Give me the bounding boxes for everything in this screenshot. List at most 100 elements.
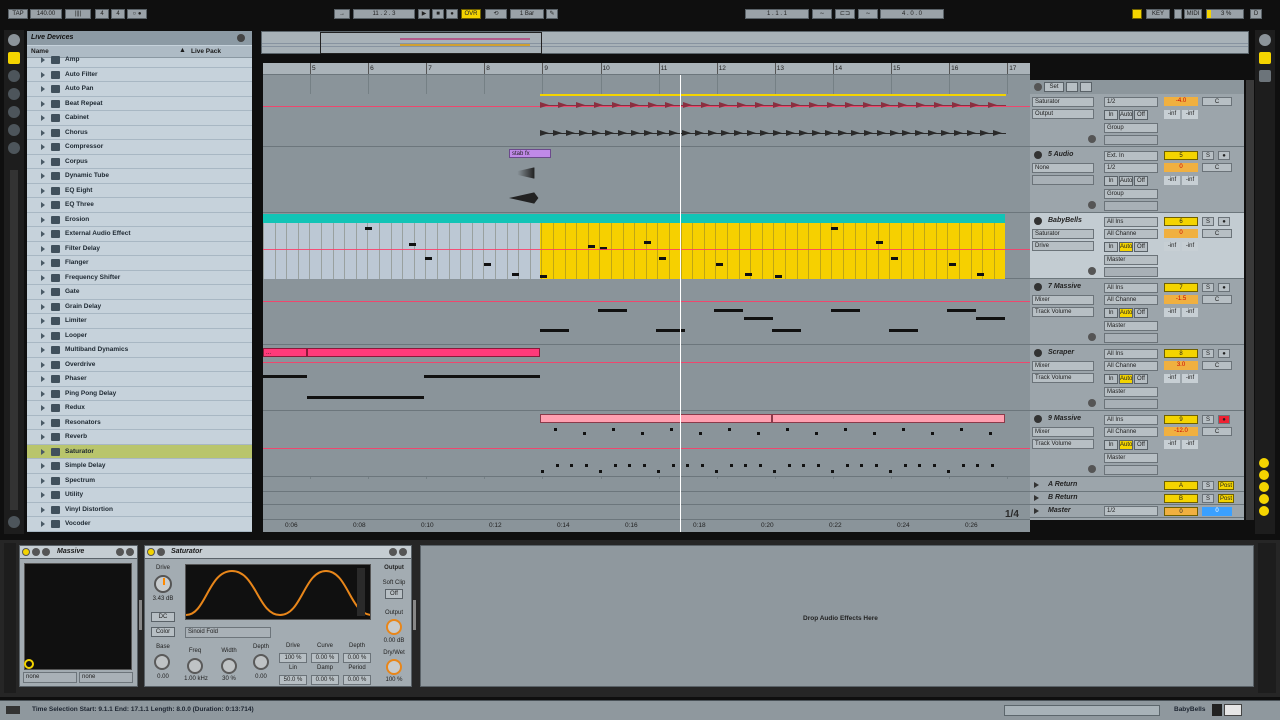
midi-note[interactable] [671,464,675,467]
return-name[interactable]: Master [1048,507,1071,514]
ovr-button[interactable]: OVR [461,9,481,19]
tap-button[interactable]: TAP [8,9,28,19]
drywet-knob[interactable] [386,659,402,675]
monitor-off-button[interactable]: Off [1134,242,1148,252]
files-icon[interactable] [8,88,20,100]
time-sig-denominator[interactable]: 4 [111,9,125,19]
base-knob[interactable] [154,654,170,670]
midi-note[interactable] [642,464,646,467]
waveshaper-mode-select[interactable]: Sinoid Fold [185,627,271,638]
punch-out-icon[interactable]: ∼ [858,9,878,19]
midi-note[interactable] [484,263,491,266]
browser-item[interactable]: Vinyl Distortion [27,503,252,517]
midi-note[interactable] [889,470,892,473]
midi-note[interactable] [772,329,801,332]
midi-note[interactable] [889,329,918,332]
input-channel[interactable]: All Channe [1104,361,1158,371]
return-name[interactable]: A Return [1048,481,1077,488]
monitor-in-button[interactable]: In [1104,242,1118,252]
monitor-off-button[interactable]: Off [1134,440,1148,450]
track-fold-icon[interactable] [1034,415,1042,423]
browser-item[interactable]: Auto Filter [27,68,252,82]
expand-arrow-icon[interactable] [41,419,45,426]
loop-brace[interactable] [540,94,1006,96]
status-overview[interactable] [1004,705,1160,716]
midi-note[interactable] [425,257,432,260]
browser-item[interactable]: Phaser [27,372,252,387]
midi-note[interactable] [641,432,644,435]
midi-note[interactable] [728,428,731,431]
browser-arrow-icon[interactable] [8,34,20,46]
softclip-toggle[interactable]: Off [385,589,403,599]
midi-note[interactable] [729,464,733,467]
collapse-icon[interactable] [8,516,20,528]
parameter-chooser[interactable]: Track Volume [1032,307,1094,317]
volume-field[interactable]: 0 [1164,229,1198,238]
midi-note[interactable] [976,464,979,467]
track-lane-5-audio[interactable] [263,147,1030,213]
browser-item[interactable]: Filter Delay [27,242,252,256]
midi-note[interactable] [831,227,838,230]
returns-toggle-icon[interactable] [1259,482,1269,492]
expand-arrow-icon[interactable] [41,361,45,368]
midi-map-button[interactable]: MIDI [1184,9,1202,19]
volume-field[interactable]: -1.5 [1164,295,1198,304]
dc-button[interactable]: DC [151,612,175,622]
right-scroll-strip[interactable] [1246,80,1254,520]
view-toggle-icon[interactable] [1259,34,1271,46]
save-icon[interactable] [116,548,124,556]
solo-button[interactable]: S [1202,283,1214,292]
midi-note[interactable] [775,275,782,278]
midi-note[interactable] [902,428,905,431]
edit-icon[interactable] [42,548,50,556]
parameter-chooser[interactable]: Drive [1032,241,1094,251]
track-activator[interactable]: 6 [1164,217,1198,226]
parameter-chooser[interactable]: Track Volume [1032,373,1094,383]
return-activator[interactable]: A [1164,481,1198,490]
midi-note[interactable] [931,432,934,435]
output-sub[interactable] [1104,465,1158,475]
close-icon[interactable] [399,548,407,556]
track-fold-icon[interactable] [1034,217,1042,225]
sig-label[interactable]: |||| [65,9,91,19]
browser-item[interactable]: Dynamic Tube [27,169,252,184]
monitor-auto-button[interactable]: Auto [1119,110,1133,120]
midi-note[interactable] [960,428,963,431]
monitor-off-button[interactable]: Off [1134,110,1148,120]
browser-item[interactable]: Looper [27,329,252,343]
arrangement-overview[interactable] [261,31,1249,54]
return-activator[interactable]: B [1164,494,1198,503]
browser-item[interactable]: Simple Delay [27,459,252,474]
expand-arrow-icon[interactable] [41,71,45,78]
midi-note[interactable] [873,432,876,435]
expand-arrow-icon[interactable] [41,144,45,150]
key-map-button[interactable]: KEY [1146,9,1170,19]
browser-item[interactable]: Limiter [27,314,252,329]
return-fold-icon[interactable] [1034,508,1039,514]
lane-add-icon[interactable] [1088,399,1096,407]
browser-item[interactable]: EQ Three [27,198,252,213]
quantize-menu[interactable]: 1 Bar [510,9,544,19]
midi-note[interactable] [787,464,791,467]
expand-arrow-icon[interactable] [41,347,45,353]
browser-item[interactable]: Spectrum [27,474,252,488]
track-fold-icon[interactable] [1034,283,1042,291]
expand-arrow-icon[interactable] [41,231,45,237]
monitor-auto-button[interactable]: Auto [1119,308,1133,318]
lane-add-icon[interactable] [1088,333,1096,341]
monitor-off-button[interactable]: Off [1134,176,1148,186]
close-icon[interactable] [126,548,134,556]
output-knob[interactable] [386,619,402,635]
input-channel[interactable]: All Channe [1104,229,1158,239]
return-lane-a[interactable] [263,479,1030,492]
solo-icon[interactable] [1034,83,1042,91]
pan-field[interactable]: C [1202,427,1232,436]
expand-arrow-icon[interactable] [41,521,45,527]
arm-icon[interactable]: ● [1218,283,1230,292]
param-value[interactable]: 50.0 % [279,675,307,685]
input-type[interactable]: All Ins [1104,415,1158,425]
track-name[interactable]: 7 Massive [1048,283,1081,290]
device-separator-2[interactable] [413,600,416,630]
output-chooser[interactable]: Master [1104,387,1158,397]
input-type[interactable]: All Ins [1104,217,1158,227]
